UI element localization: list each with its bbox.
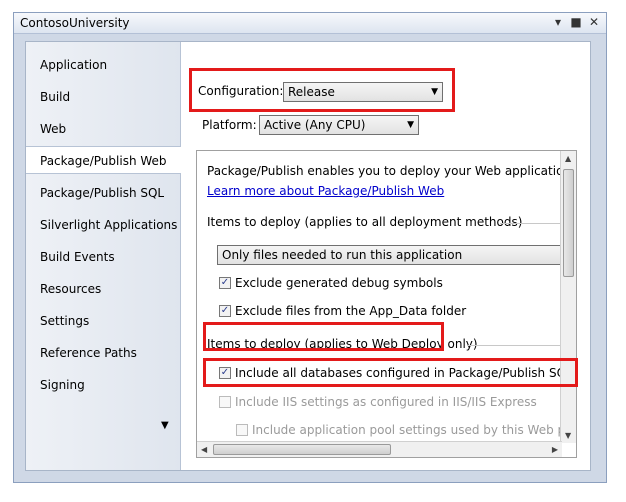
configuration-select[interactable]: Release ▼ — [283, 82, 443, 102]
configuration-value: Release — [288, 85, 335, 99]
learn-more-link[interactable]: Learn more about Package/Publish Web — [207, 184, 444, 198]
sidebar-more-icon[interactable]: ▼ — [161, 420, 169, 431]
include-iis-checkbox[interactable] — [219, 396, 231, 408]
configuration-label: Configuration: — [198, 84, 284, 98]
horizontal-scrollbar[interactable]: ◀ ▶ — [197, 441, 562, 457]
sidebar-item-application[interactable]: Application — [26, 51, 179, 79]
sidebar-item-build-events[interactable]: Build Events — [26, 243, 179, 271]
sidebar-item-reference-paths[interactable]: Reference Paths — [26, 339, 179, 367]
platform-label: Platform: — [202, 118, 257, 132]
scroll-up-icon[interactable]: ▲ — [565, 154, 571, 163]
sidebar-item-signing[interactable]: Signing — [26, 371, 179, 399]
include-app-pool-checkbox[interactable] — [236, 424, 248, 436]
sidebar-item-web[interactable]: Web — [26, 115, 179, 143]
dropdown-icon[interactable]: ▾ — [552, 15, 564, 29]
intro-text: Package/Publish enables you to deploy yo… — [207, 164, 577, 178]
platform-select[interactable]: Active (Any CPU) ▼ — [259, 115, 419, 135]
exclude-app-data-highlight — [203, 322, 444, 351]
platform-value: Active (Any CPU) — [264, 118, 366, 132]
properties-client-area: Application Build Web Package/Publish We… — [25, 41, 591, 471]
sidebar: Application Build Web Package/Publish We… — [26, 42, 181, 470]
horizontal-scroll-thumb[interactable] — [213, 444, 391, 455]
section-all-methods-heading: Items to deploy (applies to all deployme… — [207, 215, 523, 229]
sidebar-item-silverlight-applications[interactable]: Silverlight Applications — [26, 211, 179, 239]
exclude-debug-checkbox[interactable]: ✓ — [219, 277, 231, 289]
items-to-deploy-select[interactable]: Only files needed to run this applicatio… — [217, 245, 562, 265]
exclude-app-data-label: Exclude files from the App_Data folder — [235, 304, 467, 318]
close-icon[interactable]: ✕ — [588, 15, 600, 29]
include-databases-highlight — [203, 358, 578, 387]
exclude-debug-label: Exclude generated debug symbols — [235, 276, 443, 290]
package-publish-panel: Package/Publish enables you to deploy yo… — [196, 150, 577, 458]
exclude-app-data-checkbox[interactable]: ✓ — [219, 305, 231, 317]
scroll-down-icon[interactable]: ▼ — [565, 431, 571, 440]
sidebar-item-settings[interactable]: Settings — [26, 307, 179, 335]
project-properties-window: ContosoUniversity ▾ ■ ✕ Application Buil… — [13, 12, 607, 483]
scroll-left-icon[interactable]: ◀ — [201, 445, 207, 454]
section-divider — [467, 345, 560, 346]
sidebar-item-package-publish-sql[interactable]: Package/Publish SQL — [26, 179, 179, 207]
sidebar-item-resources[interactable]: Resources — [26, 275, 179, 303]
sidebar-item-package-publish-web[interactable]: Package/Publish Web — [26, 146, 181, 174]
include-app-pool-label: Include application pool settings used b… — [252, 423, 577, 437]
maximize-icon[interactable]: ■ — [570, 15, 582, 29]
vertical-scroll-thumb[interactable] — [563, 169, 574, 277]
title-bar: ContosoUniversity ▾ ■ ✕ — [14, 13, 606, 34]
chevron-down-icon: ▼ — [407, 120, 414, 130]
page-content: Configuration: Release ▼ Platform: Activ… — [181, 42, 590, 470]
items-to-deploy-value: Only files needed to run this applicatio… — [222, 248, 463, 262]
chevron-down-icon: ▼ — [431, 87, 438, 97]
sidebar-item-build[interactable]: Build — [26, 83, 179, 111]
window-title: ContosoUniversity — [20, 16, 130, 30]
scroll-right-icon[interactable]: ▶ — [552, 445, 558, 454]
include-iis-label: Include IIS settings as configured in II… — [235, 395, 537, 409]
section-divider — [500, 223, 560, 224]
title-bar-buttons: ▾ ■ ✕ — [552, 15, 600, 29]
vertical-scrollbar[interactable]: ▲ ▼ — [560, 151, 576, 443]
